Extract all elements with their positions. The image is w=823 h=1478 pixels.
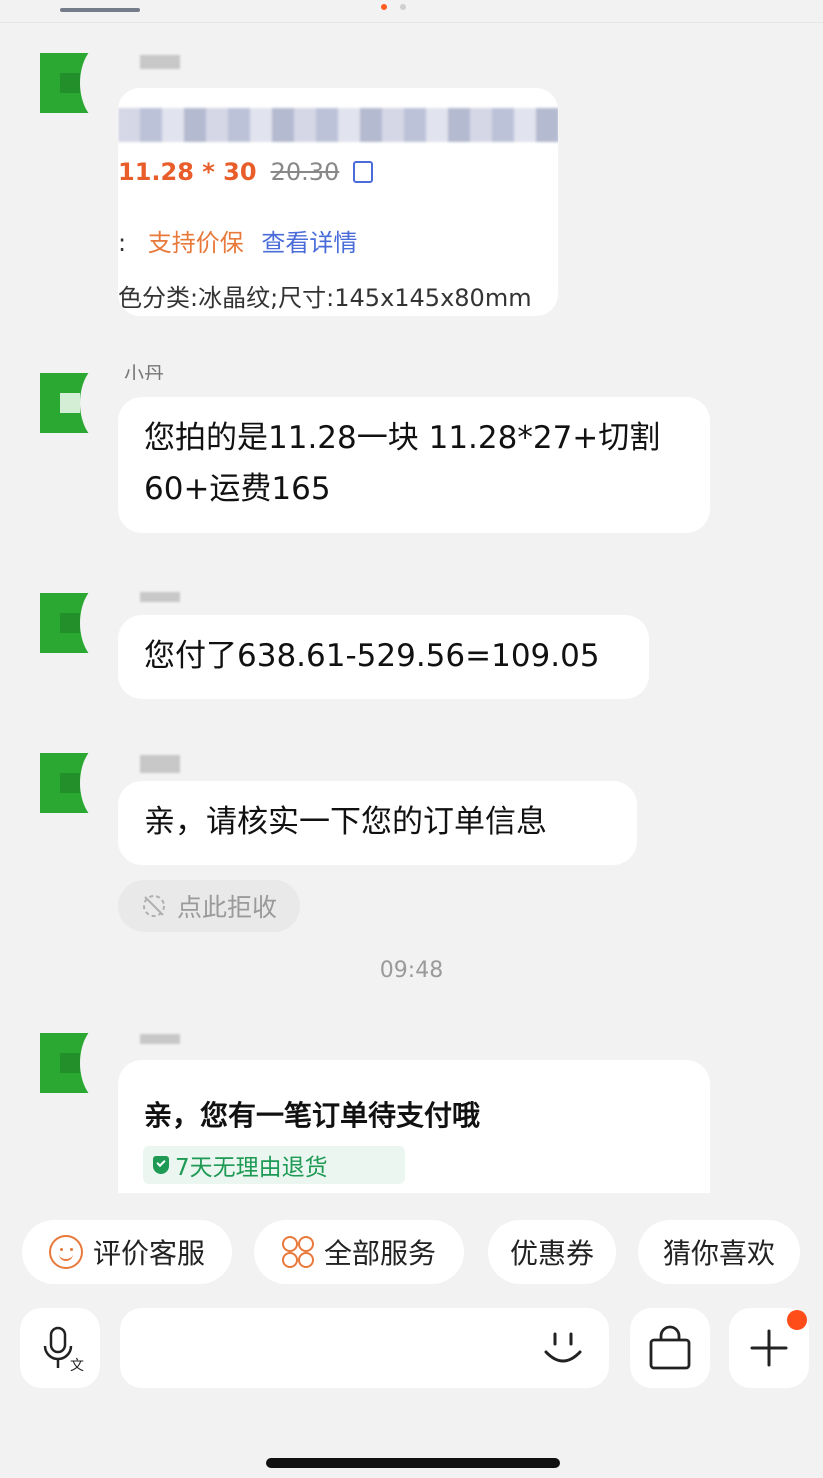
svg-text:文: 文 [70, 1358, 84, 1372]
rate-service-button[interactable]: 评价客服 [22, 1220, 232, 1284]
coupon-button[interactable]: 优惠券 [488, 1220, 616, 1284]
grid-icon [281, 1236, 314, 1268]
rate-service-label: 评价客服 [92, 1237, 205, 1270]
all-services-label: 全部服务 [323, 1237, 436, 1270]
no-signal-icon [142, 895, 165, 917]
coupon-label: 优惠券 [509, 1237, 594, 1270]
avatar[interactable] [40, 53, 100, 113]
sender-name [140, 1034, 180, 1044]
product-title-blurred [118, 108, 558, 142]
header-divider [0, 22, 823, 23]
return-policy-badge: 7天无理由退货 [143, 1146, 405, 1184]
copy-icon[interactable] [353, 161, 374, 183]
sender-name [140, 55, 180, 69]
price-protect-label: 支持价保 [147, 229, 244, 257]
avatar[interactable] [40, 753, 100, 813]
avatar[interactable] [40, 593, 100, 653]
reject-button[interactable]: 点此拒收 [118, 880, 300, 932]
recommend-button[interactable]: 猜你喜欢 [638, 1220, 800, 1284]
message-bubble[interactable]: 您付了638.61-529.56=109.05 [118, 615, 649, 699]
product-price: 11.28 * 30 [118, 158, 257, 186]
sender-name: 小丹 [124, 362, 164, 380]
sender-name [140, 592, 180, 602]
shopping-bag-button[interactable] [630, 1308, 710, 1388]
order-card-title: 亲，您有一笔订单待支付哦 [144, 1099, 481, 1132]
message-bubble[interactable]: 您拍的是11.28一块 11.28*27+切割60+运费165 [118, 397, 710, 533]
notification-dot [787, 1310, 807, 1330]
message-text: 您拍的是11.28一块 11.28*27+切割60+运费165 [144, 420, 661, 507]
avatar[interactable] [40, 373, 100, 433]
home-indicator[interactable] [266, 1458, 560, 1468]
message-bubble[interactable]: 亲，请核实一下您的订单信息 [118, 781, 637, 865]
avatar[interactable] [40, 1033, 100, 1093]
return-policy-label: 7天无理由退货 [175, 1155, 328, 1181]
price-protect-prefix: : [118, 229, 127, 257]
original-price: 20.30 [270, 158, 340, 186]
reject-label: 点此拒收 [176, 893, 277, 922]
microphone-icon: 文 [43, 1326, 84, 1372]
plus-icon [750, 1329, 788, 1367]
emoji-icon[interactable] [540, 1326, 586, 1372]
view-details-link[interactable]: 查看详情 [261, 229, 357, 257]
message-text: 您付了638.61-529.56=109.05 [144, 638, 600, 674]
shield-check-icon [153, 1156, 169, 1174]
page-dot-active [381, 4, 387, 10]
page-dot [400, 4, 406, 10]
voice-input-button[interactable]: 文 [20, 1308, 100, 1388]
message-input[interactable] [120, 1308, 609, 1388]
product-spec: 色分类:冰晶纹;尺寸:145x145x80mm [118, 284, 532, 312]
recommend-label: 猜你喜欢 [662, 1237, 775, 1270]
sender-name [140, 755, 180, 773]
message-text: 亲，请核实一下您的订单信息 [144, 804, 547, 840]
product-card[interactable]: 11.28 * 30 20.30 : 支持价保 查看详情 色分类:冰晶纹;尺寸:… [118, 88, 558, 316]
all-services-button[interactable]: 全部服务 [254, 1220, 464, 1284]
timestamp: 09:48 [379, 958, 444, 983]
top-tab-indicator [60, 8, 140, 12]
shopping-bag-icon [649, 1325, 691, 1370]
smile-icon [48, 1235, 83, 1269]
